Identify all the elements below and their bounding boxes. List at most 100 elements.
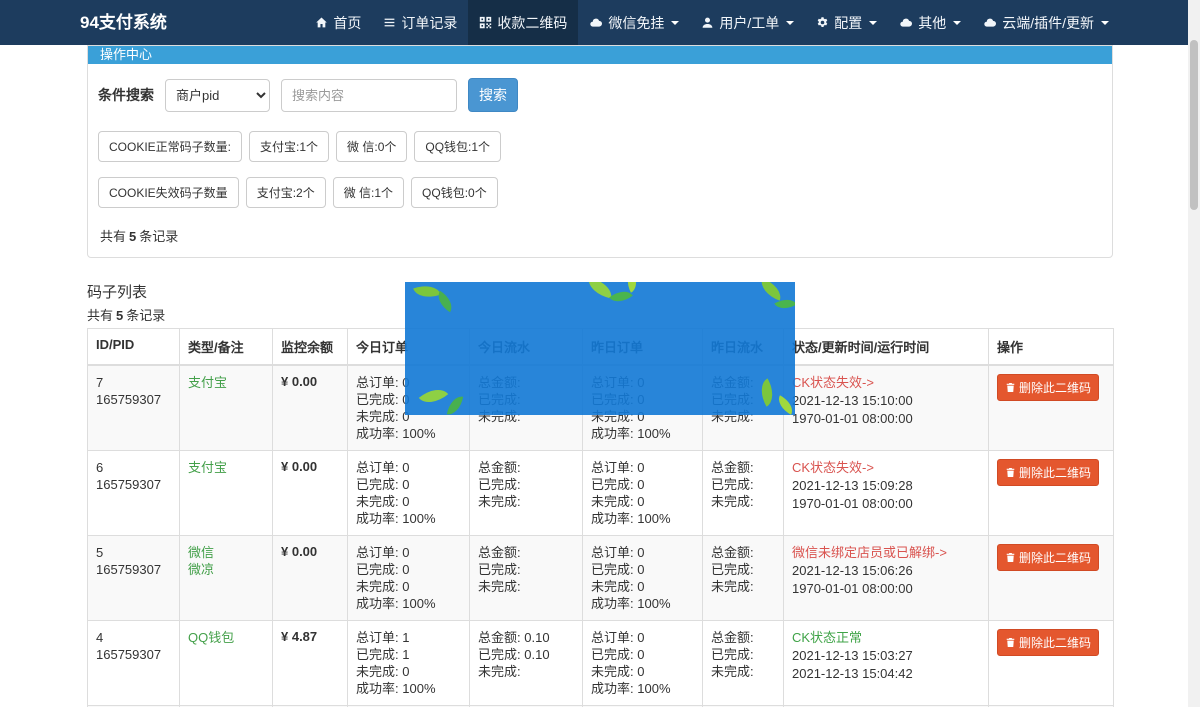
nav-item-cloud-plugins-update[interactable]: 云端/插件/更新 [972, 0, 1120, 45]
cloud-icon [983, 16, 997, 29]
nav-item-qrcode[interactable]: 收款二维码 [468, 0, 578, 45]
delete-qrcode-button[interactable]: 删除此二维码 [997, 629, 1099, 656]
delete-qrcode-button[interactable]: 删除此二维码 [997, 374, 1099, 401]
table-row: 5 165759307 微信 微凉 ¥ 0.00 总订单: 0 已完成: 0 未… [88, 536, 1114, 621]
censor-overlay [405, 282, 795, 415]
search-field-select[interactable]: 商户pid [165, 79, 270, 112]
qr-id: 6 [96, 459, 171, 476]
col-balance: 监控余额 [273, 329, 348, 366]
nav-item-users-tickets[interactable]: 用户/工单 [690, 0, 805, 45]
cell-today-money: 总金额: 0.10 已完成: 0.10 未完成: [470, 621, 583, 706]
nav-item-order-records[interactable]: 订单记录 [372, 0, 468, 45]
badge-wechat-expired[interactable]: 微 信:1个 [333, 177, 404, 208]
qr-pid: 165759307 [96, 646, 171, 663]
cell-status: CK状态失效-> 2021-12-13 15:09:28 1970-01-01 … [784, 451, 989, 536]
cell-balance: ¥ 0.00 [273, 365, 348, 451]
nav-item-label: 收款二维码 [497, 13, 567, 33]
user-icon [701, 16, 714, 29]
status-updated-time: 2021-12-13 15:09:28 [792, 477, 980, 495]
nav-item-label: 首页 [333, 13, 361, 33]
cell-id-pid: 5 165759307 [88, 536, 180, 621]
nav-item-config[interactable]: 配置 [805, 0, 888, 45]
cell-yesterday-money: 总金额: 已完成: 未完成: [703, 536, 784, 621]
status-updated-time: 2021-12-13 15:06:26 [792, 562, 980, 580]
badge-qq-expired[interactable]: QQ钱包:0个 [411, 177, 498, 208]
trash-icon [1005, 637, 1016, 648]
cookie-expired-row: COOKIE失效码子数量 支付宝:2个 微 信:1个 QQ钱包:0个 [98, 177, 1102, 208]
nav-item-label: 微信免挂 [608, 13, 664, 33]
cell-yesterday-money: 总金额: 已完成: 未完成: [703, 621, 784, 706]
trash-icon [1005, 552, 1016, 563]
cell-type-remark: QQ钱包 [180, 621, 273, 706]
nav-item-other[interactable]: 其他 [888, 0, 972, 45]
cell-status: 微信未绑定店员或已解绑-> 2021-12-13 15:06:26 1970-0… [784, 536, 989, 621]
nav-item-label: 其他 [918, 13, 946, 33]
qr-type: 支付宝 [188, 374, 264, 391]
nav-item-label: 配置 [834, 13, 862, 33]
nav-item-label: 云端/插件/更新 [1002, 13, 1094, 33]
cloud-icon [899, 16, 913, 29]
brand[interactable]: 94支付系统 [80, 0, 167, 45]
cell-status: CK状态失效-> 2021-12-13 15:10:00 1970-01-01 … [784, 365, 989, 451]
badge-alipay-expired[interactable]: 支付宝:2个 [246, 177, 326, 208]
cell-balance: ¥ 4.87 [273, 621, 348, 706]
nav-item-label: 用户/工单 [719, 13, 779, 33]
cookie-ok-row: COOKIE正常码子数量: 支付宝:1个 微 信:0个 QQ钱包:1个 [98, 131, 1102, 162]
cell-balance: ¥ 0.00 [273, 451, 348, 536]
qr-type: 微信 [188, 544, 264, 561]
cell-action: 删除此二维码 [989, 451, 1114, 536]
cell-id-pid: 6 165759307 [88, 451, 180, 536]
badge-alipay-ok[interactable]: 支付宝:1个 [249, 131, 329, 162]
badge-wechat-ok[interactable]: 微 信:0个 [336, 131, 407, 162]
qr-id: 7 [96, 374, 171, 391]
leaf-icon [755, 378, 780, 406]
cell-type-remark: 支付宝 [180, 365, 273, 451]
nav-item-wechat-hangfree[interactable]: 微信免挂 [578, 0, 690, 45]
badge-cookie-expired-count[interactable]: COOKIE失效码子数量 [98, 177, 239, 208]
search-input[interactable] [281, 79, 457, 112]
leaf-icon [774, 395, 795, 415]
col-status-times: 状态/更新时间/运行时间 [784, 329, 989, 366]
navbar: 94支付系统 首页 订单记录 收款二维码 微信免挂 用户/工单 [0, 0, 1200, 45]
col-action: 操作 [989, 329, 1114, 366]
col-id-pid: ID/PID [88, 329, 180, 366]
search-label: 条件搜索 [98, 85, 154, 105]
status-run-time: 2021-12-13 15:04:42 [792, 665, 980, 683]
cell-action: 删除此二维码 [989, 536, 1114, 621]
delete-qrcode-button[interactable]: 删除此二维码 [997, 544, 1099, 571]
qrcode-icon [479, 16, 492, 29]
status-run-time: 1970-01-01 08:00:00 [792, 495, 980, 513]
delete-qrcode-button[interactable]: 删除此二维码 [997, 459, 1099, 486]
chevron-down-icon [953, 21, 961, 25]
qr-type: QQ钱包 [188, 629, 264, 646]
leaf-icon [419, 382, 448, 410]
chevron-down-icon [786, 21, 794, 25]
cell-yesterday-orders: 总订单: 0 已完成: 0 未完成: 0 成功率: 100% [583, 621, 703, 706]
qr-id: 4 [96, 629, 171, 646]
cell-type-remark: 支付宝 [180, 451, 273, 536]
qr-type: 支付宝 [188, 459, 264, 476]
cell-yesterday-orders: 总订单: 0 已完成: 0 未完成: 0 成功率: 100% [583, 451, 703, 536]
chevron-down-icon [1101, 21, 1109, 25]
status-run-time: 1970-01-01 08:00:00 [792, 580, 980, 598]
badge-cookie-ok-count[interactable]: COOKIE正常码子数量: [98, 131, 242, 162]
leaf-icon [757, 282, 785, 301]
search-button[interactable]: 搜索 [468, 78, 518, 112]
qr-pid: 165759307 [96, 476, 171, 493]
cell-id-pid: 7 165759307 [88, 365, 180, 451]
qr-pid: 165759307 [96, 561, 171, 578]
trash-icon [1005, 382, 1016, 393]
cell-action: 删除此二维码 [989, 621, 1114, 706]
nav-menu: 首页 订单记录 收款二维码 微信免挂 用户/工单 配置 [304, 0, 1120, 45]
list-icon [383, 16, 396, 29]
status-updated-time: 2021-12-13 15:03:27 [792, 647, 980, 665]
scrollbar-thumb[interactable] [1190, 40, 1198, 210]
nav-item-home[interactable]: 首页 [304, 0, 372, 45]
operation-panel: 操作中心 条件搜索 商户pid 搜索 COOKIE正常码子数量: 支付宝:1个 … [87, 45, 1113, 258]
leaf-icon [447, 395, 463, 415]
cell-yesterday-orders: 总订单: 0 已完成: 0 未完成: 0 成功率: 100% [583, 536, 703, 621]
table-row: 6 165759307 支付宝 ¥ 0.00 总订单: 0 已完成: 0 未完成… [88, 451, 1114, 536]
badge-qq-ok[interactable]: QQ钱包:1个 [414, 131, 501, 162]
status-updated-time: 2021-12-13 15:10:00 [792, 392, 980, 410]
cell-today-orders: 总订单: 0 已完成: 0 未完成: 0 成功率: 100% [348, 451, 470, 536]
